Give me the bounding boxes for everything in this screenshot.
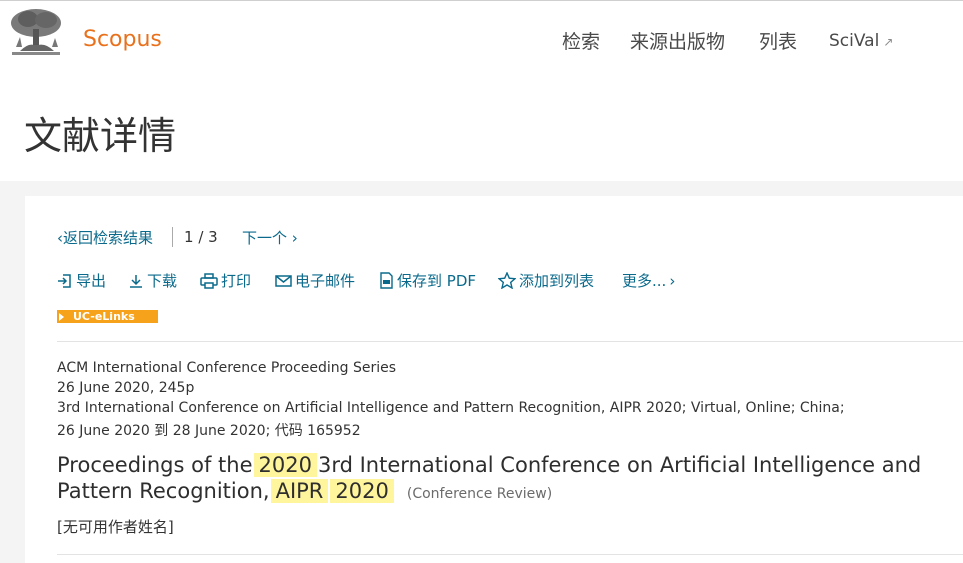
export-button[interactable]: 导出	[57, 270, 106, 291]
conference-dates: 26 June 2020 到 28 June 2020; 代码 165952	[57, 423, 361, 439]
next-result-link[interactable]: 下一个 ›	[242, 227, 298, 248]
elsevier-tree-logo[interactable]	[8, 7, 64, 59]
download-icon	[130, 274, 142, 288]
save-to-pdf-label: 保存到 PDF	[397, 272, 476, 290]
external-link-icon: ↗	[883, 35, 894, 49]
result-pager: 1 / 3	[184, 228, 218, 246]
email-icon	[275, 274, 292, 287]
nav-scival[interactable]: SciVal ↗	[829, 31, 893, 51]
title-highlight: 2020	[253, 453, 317, 477]
add-to-list-button[interactable]: 添加到列表	[498, 270, 594, 291]
print-icon	[200, 272, 218, 289]
scopus-brand-link[interactable]: Scopus	[83, 27, 162, 52]
download-label: 下载	[147, 272, 178, 290]
authors: [无可用作者姓名]	[57, 518, 174, 536]
more-label: 更多...	[622, 272, 667, 290]
nav-search[interactable]: 检索	[562, 27, 600, 54]
email-button[interactable]: 电子邮件	[275, 270, 355, 291]
uc-elinks-button[interactable]: UC-eLinks	[57, 310, 158, 323]
pager-current: 1	[184, 228, 194, 246]
export-label: 导出	[76, 272, 107, 290]
save-to-pdf-button[interactable]: 保存到 PDF	[379, 270, 476, 291]
chevron-right-icon: ›	[287, 229, 298, 247]
top-header: Scopus 检索 来源出版物 列表 SciVal ↗ 文献详情	[0, 0, 963, 181]
more-button[interactable]: 更多... ›	[622, 270, 675, 291]
title-highlight: 2020	[330, 479, 394, 503]
pager-total: 3	[208, 228, 218, 246]
document-type: (Conference Review)	[406, 486, 553, 502]
email-label: 电子邮件	[295, 272, 356, 290]
print-button[interactable]: 打印	[200, 270, 251, 291]
nav-sources[interactable]: 来源出版物	[630, 27, 725, 54]
back-to-results-label: 返回检索结果	[63, 229, 154, 247]
divider	[172, 227, 173, 247]
chevron-right-icon: ›	[669, 271, 676, 290]
publication-date: 26 June 2020, 245p	[57, 380, 195, 396]
pager-slash: /	[198, 228, 204, 246]
document-details-card: ‹返回检索结果 1 / 3 下一个 › 导出 下载 打印 电子邮件 保存到 PD…	[25, 196, 963, 563]
nav-scival-label: SciVal	[829, 31, 880, 51]
next-result-label: 下一个	[242, 229, 288, 247]
source-series-link[interactable]: ACM International Conference Proceeding …	[57, 360, 396, 376]
uc-elinks-label: UC-eLinks	[73, 310, 135, 323]
title-text: Proceedings of the	[57, 453, 253, 477]
pdf-icon	[380, 272, 393, 289]
download-button[interactable]: 下载	[128, 270, 177, 291]
export-icon	[58, 273, 71, 288]
page-title: 文献详情	[24, 114, 177, 158]
title-highlight: AIPR	[270, 479, 329, 503]
play-icon	[59, 313, 64, 321]
nav-lists[interactable]: 列表	[759, 27, 797, 54]
add-to-list-label: 添加到列表	[519, 272, 595, 290]
divider	[57, 554, 963, 555]
back-to-results-link[interactable]: ‹返回检索结果	[57, 227, 153, 248]
document-title: Proceedings of the 2020 3rd International …	[57, 452, 957, 507]
print-label: 打印	[221, 272, 252, 290]
divider	[57, 341, 963, 342]
star-icon	[498, 272, 516, 289]
conference-info: 3rd International Conference on Artifici…	[57, 400, 845, 416]
